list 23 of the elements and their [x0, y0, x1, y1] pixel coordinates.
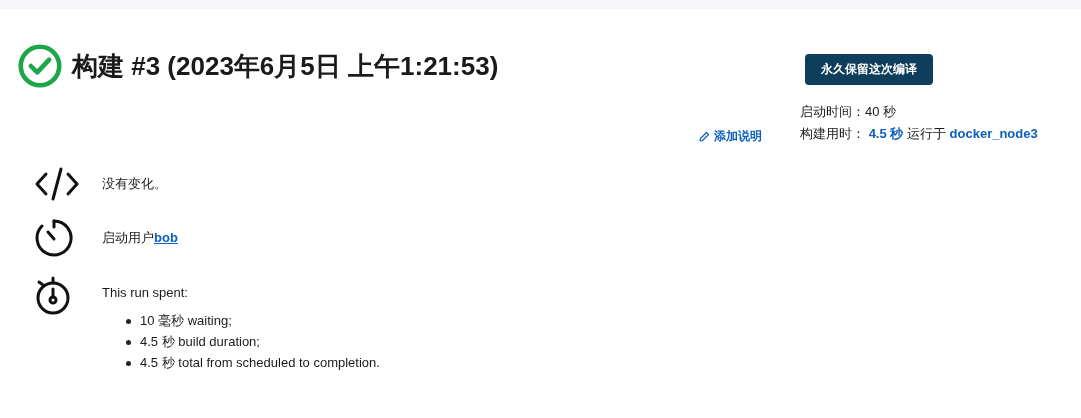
- user-link[interactable]: bob: [154, 230, 178, 245]
- bullet-dot: [126, 339, 131, 345]
- code-icon: [34, 167, 80, 201]
- run-time-heading: This run spent:: [102, 285, 189, 300]
- duration-value: 4.5 秒: [868, 126, 904, 141]
- started-value: 40 秒: [865, 104, 897, 119]
- stopwatch-icon: [34, 275, 72, 315]
- started-label: 启动时间：: [800, 104, 865, 119]
- duration-label: 构建用时：: [800, 126, 865, 141]
- add-description-link[interactable]: 添加说明: [698, 128, 762, 145]
- started-by-text: 启动用户bob: [102, 229, 178, 247]
- node-link[interactable]: docker_node3: [949, 126, 1038, 141]
- timing-item: 4.5 秒 total from scheduled to completion.: [140, 354, 380, 372]
- pencil-icon: [698, 130, 710, 143]
- bullet-dot: [126, 360, 131, 366]
- timing-item: 10 毫秒 waiting;: [140, 312, 232, 330]
- changes-text: 没有变化。: [102, 175, 167, 193]
- runs-on-label: 运行于: [906, 126, 946, 141]
- keep-build-button[interactable]: 永久保留这次编译: [805, 54, 933, 85]
- bullet-dot: [126, 318, 131, 324]
- timing-item: 4.5 秒 build duration;: [140, 333, 260, 351]
- timer-icon: [34, 218, 74, 258]
- build-title: 构建 #3 (2023年6月5日 上午1:21:53): [72, 49, 499, 83]
